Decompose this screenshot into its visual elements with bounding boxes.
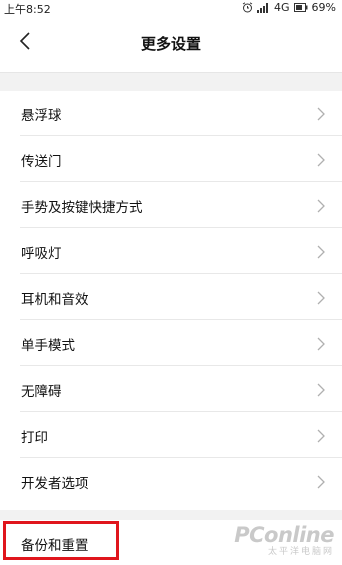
alarm-icon <box>242 2 253 13</box>
list-item-label: 手势及按键快捷方式 <box>21 200 143 216</box>
signal-icon <box>257 2 270 13</box>
list-item-label: 开发者选项 <box>21 476 89 492</box>
settings-list: 悬浮球 传送门 手势及按键快捷方式 呼吸灯 耳机和音效 单手模式 无障碍 打印 … <box>0 90 342 504</box>
list-item-label: 传送门 <box>21 154 62 170</box>
chevron-right-icon <box>317 198 325 217</box>
list-item-label: 耳机和音效 <box>21 292 89 308</box>
list-item-label: 悬浮球 <box>21 108 62 124</box>
chevron-right-icon <box>317 336 325 355</box>
list-item-label: 呼吸灯 <box>21 246 62 262</box>
chevron-right-icon <box>317 382 325 401</box>
list-item-label: 无障碍 <box>21 384 62 400</box>
chevron-right-icon <box>317 428 325 447</box>
chevron-right-icon <box>317 244 325 263</box>
section-divider <box>0 72 342 91</box>
chevron-right-icon <box>317 152 325 171</box>
chevron-right-icon <box>317 106 325 125</box>
header-bar: 更多设置 <box>0 16 342 72</box>
list-item-label: 单手模式 <box>21 338 75 354</box>
list-item-portal[interactable]: 传送门 <box>0 136 342 182</box>
list-item-printing[interactable]: 打印 <box>0 412 342 458</box>
network-4g-icon: 4G <box>274 1 290 14</box>
chevron-right-icon <box>317 290 325 309</box>
list-item-gestures-shortcuts[interactable]: 手势及按键快捷方式 <box>0 182 342 228</box>
status-bar: 上午8:52 4G 69% <box>0 0 342 16</box>
list-item-headphones-audio[interactable]: 耳机和音效 <box>0 274 342 320</box>
list-item-accessibility[interactable]: 无障碍 <box>0 366 342 412</box>
list-item-notification-light[interactable]: 呼吸灯 <box>0 228 342 274</box>
chevron-right-icon <box>317 474 325 493</box>
battery-icon <box>293 3 308 12</box>
page-title: 更多设置 <box>140 35 201 53</box>
list-item-one-handed-mode[interactable]: 单手模式 <box>0 320 342 366</box>
status-time: 上午8:52 <box>4 3 51 16</box>
watermark-logo: PConline 太平洋电脑网 <box>234 523 334 557</box>
list-item-floating-ball[interactable]: 悬浮球 <box>0 90 342 136</box>
battery-percent: 69% <box>311 1 336 14</box>
highlight-annotation-box <box>3 521 119 560</box>
section-divider <box>0 510 342 520</box>
status-icons: 4G 69% <box>242 1 336 14</box>
list-item-developer-options[interactable]: 开发者选项 <box>0 458 342 504</box>
list-item-label: 打印 <box>21 430 48 446</box>
